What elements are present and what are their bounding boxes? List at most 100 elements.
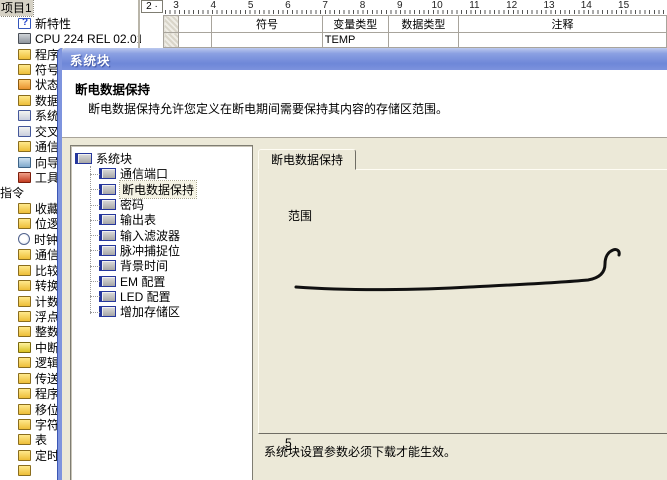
program-control-icon <box>18 388 31 399</box>
system-block-dialog: 系统块 断电数据保持 断电数据保持允许您定义在断电期间需要保持其内容的存储区范围… <box>58 48 667 480</box>
tab-panel <box>258 169 667 434</box>
module-node-icon <box>101 230 116 241</box>
communications-icon <box>18 141 31 152</box>
wizard-icon <box>18 157 31 168</box>
dialog-title: 系统块 <box>70 50 111 69</box>
bit-logic-icon <box>18 218 31 229</box>
module-node-icon <box>101 245 116 256</box>
module-node-icon <box>101 306 116 317</box>
var-type-cell[interactable]: TEMP <box>322 33 388 48</box>
integer-math-icon <box>18 326 31 337</box>
sidebar-item-label: 项目1 <box>0 0 33 16</box>
communications-icon <box>18 249 31 260</box>
column-header-cell: 注释 <box>458 16 666 33</box>
sidebar-item-label: 表 <box>35 431 47 448</box>
clock-icon <box>18 233 30 245</box>
sidebar-item-label: CPU 224 REL 02.01 <box>35 32 143 46</box>
move-icon <box>18 373 31 384</box>
whats-new-icon <box>18 18 31 29</box>
cross-reference-icon <box>18 126 31 137</box>
table-header-row: 符号变量类型数据类型注释 <box>164 16 667 33</box>
tools-icon <box>18 172 31 183</box>
dialog-tree-item[interactable]: 通信端口 <box>71 166 252 181</box>
dialog-header-title: 断电数据保持 <box>75 79 150 98</box>
module-node-icon <box>101 276 116 287</box>
panel-divider <box>138 0 140 50</box>
sidebar-item-label: 时钟 <box>34 231 58 248</box>
data-type-cell[interactable] <box>388 33 458 48</box>
status-chart-icon <box>18 79 31 90</box>
convert-icon <box>18 280 31 291</box>
interrupt-icon <box>18 342 31 353</box>
dialog-tree-item[interactable]: LED 配置 <box>71 289 252 304</box>
ruler: 2 · 3456789101112131415 <box>141 0 667 14</box>
sidebar-item-label: 通信 <box>35 246 59 263</box>
shift-rotate-icon <box>18 404 31 415</box>
cpu-icon <box>18 33 31 44</box>
dialog-tree: 系统块通信端口断电数据保持密码输出表输入滤波器脉冲捕捉位背景时间EM 配置LED… <box>70 145 253 480</box>
ruler-origin: 2 · <box>141 0 163 13</box>
dialog-tree-item[interactable]: EM 配置 <box>71 273 252 288</box>
string-icon <box>18 419 31 430</box>
tab-label: 断电数据保持 <box>271 151 343 168</box>
sidebar-item-label: 工具 <box>35 169 59 186</box>
dialog-tree-root[interactable]: 系统块 <box>71 151 252 166</box>
module-node-icon <box>101 214 116 225</box>
column-header-cell: 数据类型 <box>388 16 458 33</box>
dialog-tree-item[interactable]: 输出表 <box>71 212 252 227</box>
system-block-icon <box>18 110 31 121</box>
footer-note: 系统块设置参数必须下载才能生效。 <box>264 443 456 460</box>
sidebar-item-cpu[interactable]: CPU 224 REL 02.01 <box>0 31 150 46</box>
row-selector-cell[interactable] <box>164 33 179 48</box>
index-cell[interactable] <box>178 33 211 48</box>
sidebar-item-label: 新特性 <box>35 15 71 32</box>
ruler-ticks <box>165 10 667 14</box>
dialog-tree-item[interactable]: 输入滤波器 <box>71 227 252 242</box>
module-node-icon <box>101 184 116 195</box>
range-group-label: 范围 <box>284 207 316 224</box>
data-block-icon <box>18 95 31 106</box>
dialog-tree-item[interactable]: 脉冲捕捉位 <box>71 243 252 258</box>
dialog-tree-item[interactable]: 增加存储区 <box>71 304 252 319</box>
sidebar-item-label: 比较 <box>35 262 59 279</box>
dialog-tree-item[interactable]: 背景时间 <box>71 258 252 273</box>
table-icon <box>18 434 31 445</box>
sidebar-item-label: 向导 <box>35 154 59 171</box>
row-selector-cell <box>164 16 179 33</box>
table-row: TEMP <box>164 33 667 48</box>
logical-ops-icon <box>18 357 31 368</box>
column-header-cell: 符号 <box>212 16 323 33</box>
dialog-tree-item-label: 增加存储区 <box>120 303 180 320</box>
counters-icon <box>18 296 31 307</box>
dialog-titlebar[interactable]: 系统块 <box>62 48 667 70</box>
module-node-icon <box>101 260 116 271</box>
dialog-tree-item[interactable]: 密码 <box>71 197 252 212</box>
program-block-icon <box>18 49 31 60</box>
float-math-icon <box>18 311 31 322</box>
column-header-cell: 变量类型 <box>322 16 388 33</box>
sidebar-item-label: 中断 <box>35 339 59 356</box>
sidebar-item-label: 通信 <box>35 138 59 155</box>
comment-cell[interactable] <box>458 33 666 48</box>
dialog-header-description: 断电数据保持允许您定义在断电期间需要保持其内容的存储区范围。 <box>88 100 448 117</box>
sidebar-item-project[interactable]: 项目1 <box>0 0 150 15</box>
index-header-cell <box>178 16 211 33</box>
dialog-header: 断电数据保持 断电数据保持允许您定义在断电期间需要保持其内容的存储区范围。 <box>62 70 667 138</box>
dialog-tree-item[interactable]: 断电数据保持 <box>71 182 252 197</box>
timers-icon <box>18 450 31 461</box>
variable-table-area: 2 · 3456789101112131415 符号变量类型数据类型注释TEMP <box>141 0 667 50</box>
sidebar-item-whats-new[interactable]: 新特性 <box>0 15 150 30</box>
module-node-icon <box>101 291 116 302</box>
favorites-icon <box>18 203 31 214</box>
sidebar-item-label: 传送 <box>35 370 59 387</box>
sidebar-item-label: 转换 <box>35 277 59 294</box>
symbol-table-icon <box>18 64 31 75</box>
compare-icon <box>18 265 31 276</box>
module-node-icon <box>101 168 116 179</box>
symbol-cell[interactable] <box>212 33 323 48</box>
tab-retentive-ranges[interactable]: 断电数据保持 <box>258 149 356 170</box>
clipped-icon <box>18 465 31 476</box>
sidebar-item-label: 指令 <box>0 184 24 201</box>
module-node-icon <box>101 199 116 210</box>
system-block-node-icon <box>77 153 92 164</box>
